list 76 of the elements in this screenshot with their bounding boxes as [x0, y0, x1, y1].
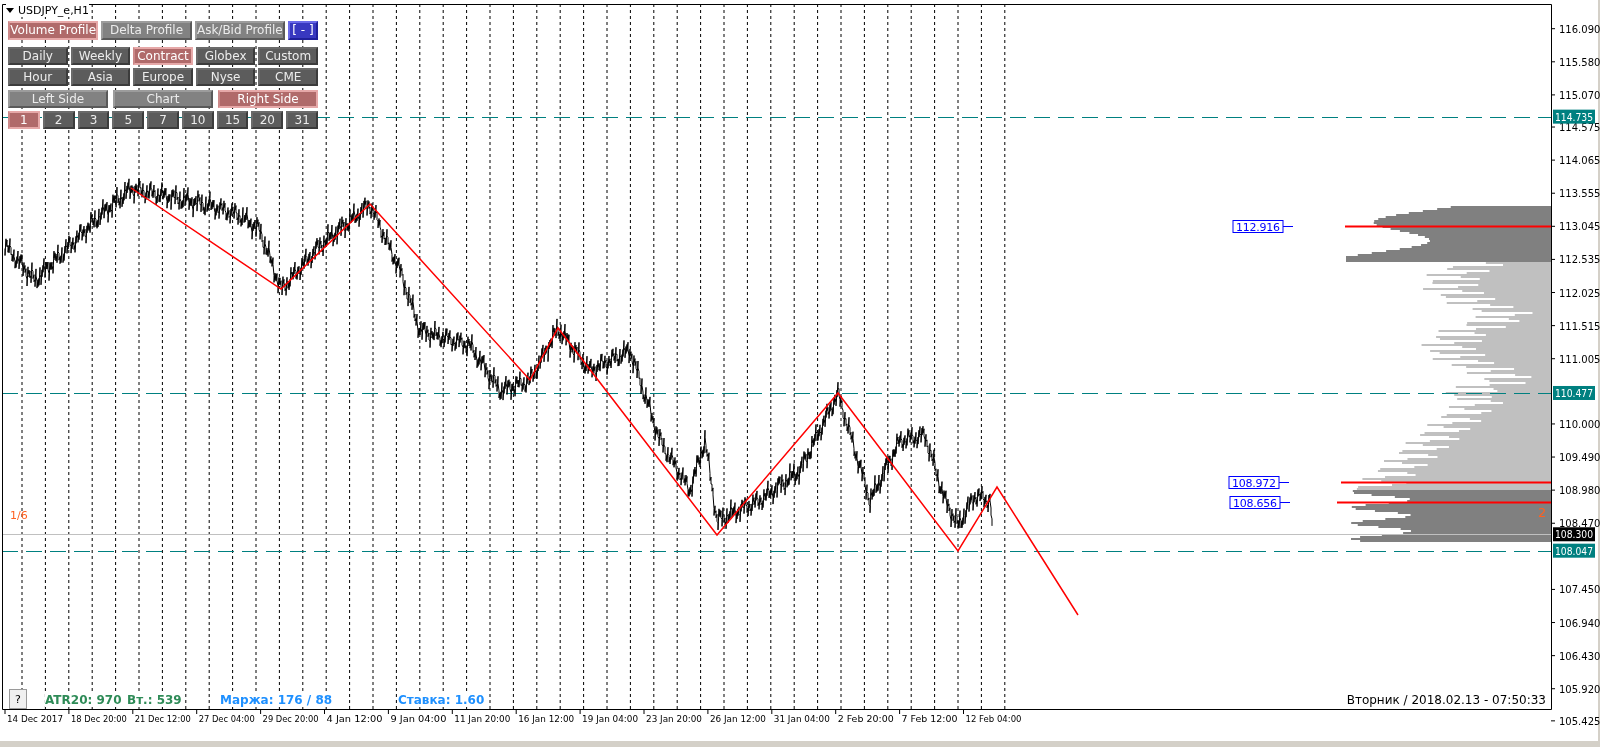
axis-label: 105.920 [1559, 683, 1600, 695]
axis-label: 11 Jan 20:00 [454, 714, 512, 724]
bar-counter: 1/6 [10, 509, 28, 522]
axis-label: 31 Jan 04:00 [773, 714, 831, 724]
toggle-button[interactable]: Chart [113, 90, 213, 108]
price-label: 108.656 [1229, 496, 1291, 510]
axis-label: 111.005 [1559, 353, 1600, 365]
axis-label: 4 Jan 12:00 [326, 714, 378, 724]
indicator-value: Маржа: 176 / 88 [220, 693, 333, 707]
toggle-button[interactable]: 20 [251, 111, 284, 129]
toggle-button[interactable]: 7 [147, 111, 179, 129]
toggle-button[interactable]: Europe [133, 68, 193, 86]
axis-label: 26 Jan 12:00 [709, 714, 767, 724]
axis-label: 2 Feb 20:00 [837, 714, 892, 724]
toggle-button[interactable]: Asia [70, 68, 131, 86]
toggle-button[interactable]: 2 [42, 111, 75, 129]
axis-label: 18 Dec 20:00 [70, 714, 132, 724]
toggle-button[interactable]: Custom [258, 47, 318, 65]
axis-label: 108.980 [1559, 485, 1600, 497]
axis-label: 114.575 [1559, 122, 1600, 133]
axis-label: 115.580 [1559, 56, 1600, 68]
toggle-button[interactable]: 1 [8, 111, 40, 129]
axis-label: 116.090 [1559, 23, 1600, 35]
help-button[interactable]: ? [9, 689, 27, 709]
axis-label: 109.490 [1559, 452, 1600, 464]
axis-label: 112.535 [1559, 254, 1600, 266]
axis-label: 27 Dec 04:00 [198, 714, 260, 724]
axis-label: 114.065 [1559, 155, 1600, 167]
axis-label: 112.025 [1559, 287, 1600, 299]
dropdown-icon[interactable] [6, 8, 14, 13]
axis-label: 9 Jan 04:00 [390, 714, 442, 724]
price-label: 108.972 [1228, 476, 1290, 490]
axis-label: 105.425 [1559, 715, 1600, 727]
toggle-button[interactable]: Volume Profile [8, 21, 99, 40]
price-label: 112.916 [1232, 220, 1294, 234]
toggle-button[interactable]: 10 [181, 111, 214, 129]
toggle-button[interactable]: Delta Profile [101, 21, 192, 40]
axis-label: 29 Dec 20:00 [262, 714, 324, 724]
axis-label: 111.515 [1559, 320, 1600, 332]
axis-label: 12 Feb 04:00 [965, 714, 1025, 724]
axis-label: 23 Jan 20:00 [646, 714, 703, 724]
toggle-button[interactable]: Hour [8, 68, 68, 86]
axis-label: 113.045 [1559, 221, 1600, 233]
axis-label: 106.940 [1559, 617, 1600, 629]
axis-label: 108.470 [1559, 518, 1600, 530]
collapse-button[interactable]: [ - ] [288, 21, 318, 40]
toggle-button[interactable]: Globex [195, 47, 256, 65]
toggle-button[interactable]: Left Side [8, 90, 108, 108]
toggle-button[interactable]: Daily [8, 47, 68, 65]
toggle-button[interactable]: Ask/Bid Profile [194, 21, 285, 40]
toggle-button[interactable]: Right Side [218, 90, 318, 108]
indicator-value: ATR20: 970 [45, 693, 122, 707]
axis-label: 106.430 [1559, 650, 1600, 662]
price-tag: 108.300 [1553, 527, 1597, 542]
axis-label: 107.450 [1559, 584, 1600, 596]
indicator-value: Вт.: 539 [127, 693, 182, 707]
axis-label: 115.070 [1559, 89, 1600, 101]
axis-label: 113.555 [1559, 188, 1600, 200]
toggle-button[interactable]: Nyse [195, 68, 256, 86]
axis-label: 19 Jan 04:00 [582, 714, 640, 724]
toggle-button[interactable]: 5 [112, 111, 145, 129]
axis-label: 16 Jan 12:00 [518, 714, 576, 724]
axis-label: 110.000 [1559, 418, 1600, 430]
axis-label: 21 Dec 12:00 [134, 714, 196, 724]
toggle-button[interactable]: CME [258, 68, 318, 86]
profile-count: 2 [1538, 505, 1547, 520]
toggle-button[interactable]: 31 [286, 111, 319, 129]
toggle-button[interactable]: Contract [133, 47, 193, 65]
indicator-value: Ставка: 1.60 [398, 693, 485, 707]
chart-title: USDJPY_e,H1 [18, 4, 89, 17]
server-time: Вторник / 2018.02.13 - 07:50:33 [1346, 693, 1546, 707]
toggle-button[interactable]: 3 [77, 111, 110, 129]
toggle-button[interactable]: 15 [216, 111, 249, 129]
axis-label: 7 Feb 12:00 [901, 714, 955, 724]
toggle-button[interactable]: Weekly [70, 47, 131, 65]
axis-label: 14 Dec 2017 [7, 714, 65, 724]
